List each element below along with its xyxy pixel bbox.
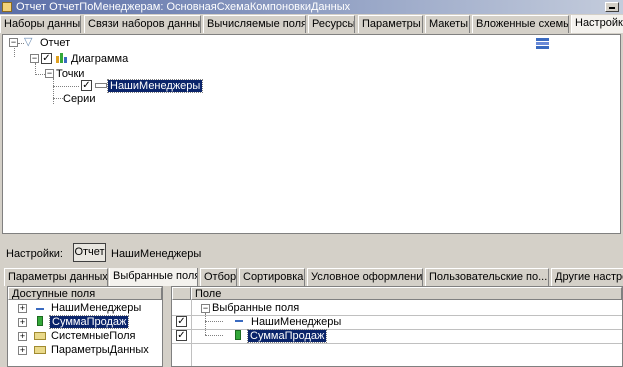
report-settings-button[interactable]: Отчет — [73, 243, 106, 262]
tab-resources[interactable]: Ресурсы — [308, 15, 355, 33]
window-title: Отчет ОтчетПоМенеджерам: ОсновнаяСхемаКо… — [16, 1, 351, 13]
folder-icon — [34, 346, 46, 354]
available-fields-panel: Доступные поля + НашиМенеджеры + СуммаПр… — [7, 286, 163, 367]
settings-current-item: НашиМенеджеры — [111, 248, 202, 260]
window-title-bar: Отчет ОтчетПоМенеджерам: ОсновнаяСхемаКо… — [0, 0, 623, 14]
selected-field-managers[interactable]: НашиМенеджеры — [251, 316, 341, 328]
grouping-icon — [95, 83, 107, 88]
selected-field-managers-checkbox[interactable]: ✓ — [176, 316, 187, 327]
selected-fields-panel: Поле − Выбранные поля ✓ НашиМенеджеры ✓ … — [171, 286, 623, 367]
tab-sorting[interactable]: Сортировка — [239, 268, 305, 286]
available-field-sales[interactable]: СуммаПродаж — [48, 315, 130, 329]
field-column-header[interactable]: Поле — [191, 287, 622, 300]
dimension-icon — [36, 308, 44, 310]
expand-icon[interactable]: + — [18, 304, 27, 313]
available-field-managers[interactable]: НашиМенеджеры — [51, 302, 141, 314]
points-item-checkbox[interactable]: ✓ — [81, 80, 92, 91]
tab-nested-schemas[interactable]: Вложенные схемы — [472, 15, 569, 33]
report-icon — [2, 2, 12, 12]
chart-icon — [56, 52, 68, 63]
available-fields-header: Доступные поля — [8, 287, 162, 300]
structure-tree[interactable]: − ▽ Отчет − ✓ Диаграмма − Точки ✓ НашиМе… — [2, 34, 621, 234]
tab-parameters[interactable]: Параметры — [358, 15, 423, 33]
tree-selected-managers[interactable]: НашиМенеджеры — [106, 79, 204, 93]
tree-series[interactable]: Серии — [63, 93, 95, 105]
tab-conditional-formatting[interactable]: Условное оформление — [307, 268, 423, 286]
resource-icon — [37, 316, 43, 326]
schema-tab-bar: Наборы данных Связи наборов данных Вычис… — [0, 15, 623, 33]
resource-icon — [235, 330, 241, 340]
tab-data-parameters[interactable]: Параметры данных — [4, 268, 108, 286]
settings-label: Настройки: — [6, 248, 63, 260]
dimension-icon — [235, 320, 243, 322]
selected-fields-group[interactable]: Выбранные поля — [212, 302, 299, 314]
tab-datasets[interactable]: Наборы данных — [0, 15, 81, 33]
collapse-icon[interactable]: − — [9, 38, 18, 47]
settings-tab-bar: Параметры данных Выбранные поля Отбор Со… — [0, 268, 623, 286]
checkbox-column-header — [172, 287, 191, 300]
collapse-icon[interactable]: − — [45, 69, 54, 78]
tab-dataset-links[interactable]: Связи наборов данных — [84, 15, 201, 33]
selected-field-sales[interactable]: СуммаПродаж — [246, 329, 328, 343]
tree-root-report[interactable]: Отчет — [40, 37, 70, 49]
tab-other-settings[interactable]: Другие настро — [551, 268, 623, 286]
collapse-icon[interactable]: − — [201, 304, 210, 313]
available-field-data-params[interactable]: ПараметрыДанных — [51, 344, 149, 356]
funnel-icon: ▽ — [24, 36, 33, 48]
tab-user-fields[interactable]: Пользовательские по... — [425, 268, 549, 286]
expand-icon[interactable]: + — [18, 318, 27, 327]
selected-field-sales-checkbox[interactable]: ✓ — [176, 330, 187, 341]
collapse-icon[interactable]: − — [30, 54, 39, 63]
available-field-system[interactable]: СистемныеПоля — [51, 330, 135, 342]
tree-points[interactable]: Точки — [56, 68, 84, 80]
tab-filter[interactable]: Отбор — [200, 268, 237, 286]
tree-chart[interactable]: Диаграмма — [71, 53, 128, 65]
minimize-icon[interactable] — [605, 2, 619, 12]
folder-icon — [34, 332, 46, 340]
chart-checkbox[interactable]: ✓ — [41, 53, 52, 64]
tab-selected-fields[interactable]: Выбранные поля — [109, 268, 198, 286]
expand-icon[interactable]: + — [18, 346, 27, 355]
expand-icon[interactable]: + — [18, 332, 27, 341]
tab-calculated-fields[interactable]: Вычисляемые поля — [203, 15, 306, 33]
tab-templates[interactable]: Макеты — [425, 15, 470, 33]
tab-settings[interactable]: Настройки — [571, 15, 623, 33]
list-icon[interactable] — [536, 38, 549, 50]
